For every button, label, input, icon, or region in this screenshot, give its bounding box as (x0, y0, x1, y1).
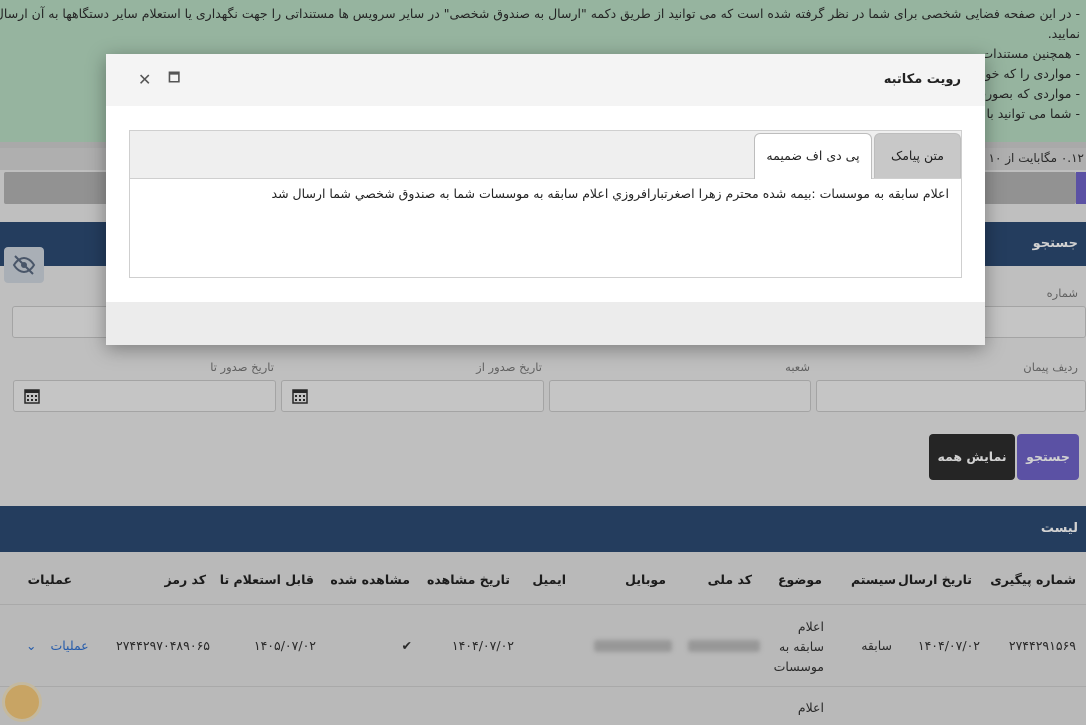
modal-footer (106, 302, 985, 345)
tab-sms-text[interactable]: متن پیامک (874, 133, 961, 178)
tabs-container: متن پیامک پی دی اف ضمیمه اعلام سابقه به … (129, 130, 962, 278)
correspondence-modal: رویت مکاتبه ✕ 🗖 متن پیامک پی دی اف ضمیمه… (106, 54, 985, 345)
modal-title: رویت مکاتبه (883, 72, 961, 87)
page: - در این صفحه فضایی شخصی برای شما در نظر… (0, 0, 1086, 725)
tabs-strip: متن پیامک پی دی اف ضمیمه (130, 131, 961, 179)
maximize-icon[interactable]: 🗖 (168, 69, 180, 91)
modal-header: رویت مکاتبه ✕ 🗖 (106, 54, 985, 106)
close-icon[interactable]: ✕ (138, 70, 151, 89)
sms-content-text: اعلام سابقه به موسسات :بیمه شده محترم زه… (271, 186, 949, 201)
tab-pdf-attachment[interactable]: پی دی اف ضمیمه (754, 133, 872, 179)
